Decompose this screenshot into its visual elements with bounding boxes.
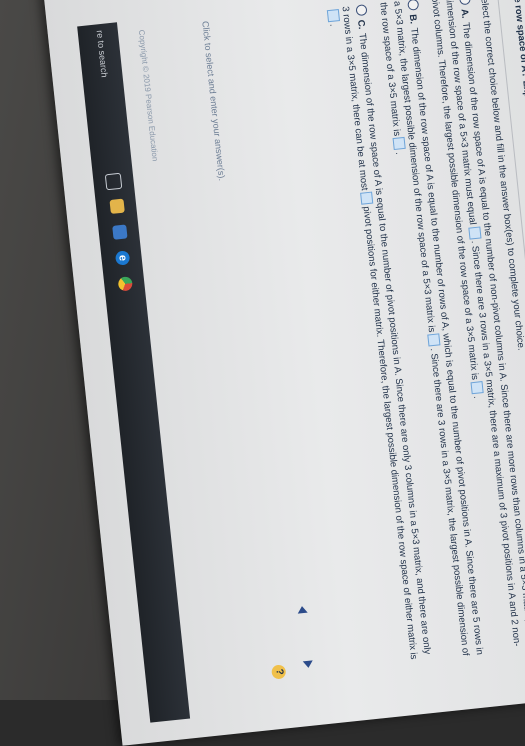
screen: If A is a 5×3 matrix, what is the larges… xyxy=(40,0,525,746)
radio-c[interactable] xyxy=(355,4,368,17)
choice-b-text-3: . xyxy=(393,151,405,156)
copyright: Copyright © 2019 Pearson Education xyxy=(136,29,160,162)
answer-box-b1[interactable] xyxy=(427,333,441,347)
answer-box-c1[interactable] xyxy=(360,191,374,205)
edge-browser-icon[interactable]: e xyxy=(114,250,131,266)
footer-hint: Click to select and enter your answer(s)… xyxy=(200,20,228,182)
answer-box-a1[interactable] xyxy=(468,225,482,240)
taskbar-search[interactable]: re to search xyxy=(93,30,111,79)
help-icon[interactable]: ? xyxy=(271,664,287,680)
choice-b-letter: B. xyxy=(406,13,419,25)
radio-b[interactable] xyxy=(407,0,420,11)
choice-c-text-3: . xyxy=(327,23,339,27)
folder-icon[interactable] xyxy=(109,198,125,214)
store-icon[interactable] xyxy=(112,224,128,240)
answer-box-b2[interactable] xyxy=(392,137,406,151)
nav-arrows xyxy=(295,605,316,676)
choice-a-text-3: . xyxy=(470,395,483,400)
radio-a[interactable] xyxy=(458,0,471,6)
task-view-icon[interactable] xyxy=(104,172,123,191)
answer-box-c2[interactable] xyxy=(326,9,341,23)
arrow-left-icon[interactable] xyxy=(297,605,308,614)
choice-a-letter: A. xyxy=(458,8,471,19)
choice-c-letter: C. xyxy=(355,19,367,30)
question-panel: If A is a 5×3 matrix, what is the larges… xyxy=(77,0,525,723)
arrow-right-icon[interactable] xyxy=(302,660,314,669)
answer-box-a2[interactable] xyxy=(470,381,484,395)
chrome-browser-icon[interactable] xyxy=(117,276,134,292)
